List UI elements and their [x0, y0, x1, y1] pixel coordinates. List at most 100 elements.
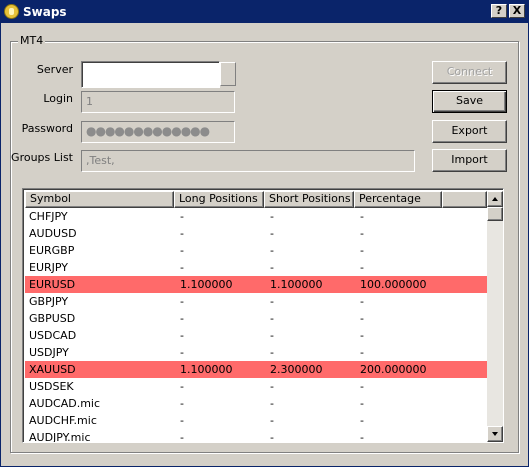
- short-positions-cell: -: [270, 210, 274, 223]
- percentage-cell: -: [360, 346, 364, 359]
- connect-button[interactable]: Connect: [432, 61, 507, 84]
- percentage-cell: -: [360, 295, 364, 308]
- percentage-cell: -: [360, 210, 364, 223]
- export-button[interactable]: Export: [432, 120, 507, 143]
- symbol-cell: USDSEK: [29, 380, 74, 393]
- long-positions-cell: -: [180, 295, 184, 308]
- short-positions-cell: -: [270, 227, 274, 240]
- symbol-cell: AUDJPY.mic: [29, 431, 91, 443]
- table-row[interactable]: GBPJPY - - -: [25, 293, 487, 310]
- table-row[interactable]: CHFJPY - - -: [25, 208, 487, 225]
- long-positions-cell: -: [180, 414, 184, 427]
- symbol-cell: AUDCAD.mic: [29, 397, 101, 410]
- short-positions-cell: -: [270, 261, 274, 274]
- import-button[interactable]: Import: [432, 149, 507, 172]
- long-positions-cell: -: [180, 227, 184, 240]
- symbol-cell: GBPJPY: [29, 295, 69, 308]
- table-row[interactable]: EURUSD 1.100000 1.100000 100.000000: [25, 276, 487, 293]
- percentage-cell: -: [360, 414, 364, 427]
- column-header-filler: [442, 191, 487, 208]
- mt4-group-label: MT4: [18, 34, 46, 48]
- help-button[interactable]: ?: [491, 4, 507, 18]
- column-header-symbol[interactable]: Symbol: [25, 191, 174, 208]
- long-positions-cell: -: [180, 312, 184, 325]
- login-input[interactable]: 1: [81, 91, 235, 113]
- short-positions-cell: -: [270, 295, 274, 308]
- short-positions-cell: -: [270, 329, 274, 342]
- table-header: Symbol Long Positions Short Positions Pe…: [25, 191, 487, 208]
- groups-list-input[interactable]: ,Test,: [81, 150, 415, 172]
- save-button[interactable]: Save: [432, 90, 507, 113]
- title-bar[interactable]: Swaps ? X: [1, 1, 528, 23]
- short-positions-cell: 1.100000: [270, 278, 323, 291]
- table-row[interactable]: AUDCAD.mic - - -: [25, 395, 487, 412]
- swaps-table[interactable]: Symbol Long Positions Short Positions Pe…: [22, 188, 504, 443]
- symbol-cell: EURJPY: [29, 261, 68, 274]
- table-row[interactable]: GBPUSD - - -: [25, 310, 487, 327]
- percentage-cell: -: [360, 261, 364, 274]
- table-row[interactable]: XAUUSD 1.100000 2.300000 200.000000: [25, 361, 487, 378]
- percentage-cell: -: [360, 244, 364, 257]
- symbol-cell: EURGBP: [29, 244, 75, 257]
- long-positions-cell: -: [180, 380, 184, 393]
- app-icon: [4, 4, 19, 19]
- scroll-thumb[interactable]: [487, 207, 503, 221]
- groups-list-label: Groups List: [11, 151, 73, 164]
- table-row[interactable]: USDCAD - - -: [25, 327, 487, 344]
- scroll-down-arrow-icon[interactable]: [487, 426, 503, 442]
- column-header-short-positions[interactable]: Short Positions: [264, 191, 354, 208]
- symbol-cell: AUDUSD: [29, 227, 77, 240]
- column-header-long-positions[interactable]: Long Positions: [174, 191, 264, 208]
- table-row[interactable]: AUDUSD - - -: [25, 225, 487, 242]
- table-row[interactable]: USDJPY - - -: [25, 344, 487, 361]
- short-positions-cell: -: [270, 346, 274, 359]
- long-positions-cell: -: [180, 210, 184, 223]
- login-label: Login: [43, 92, 73, 105]
- table-body: CHFJPY - - - AUDUSD - - - EURGBP - - - EURJPY - - - EURU…: [25, 208, 487, 443]
- table-row[interactable]: USDSEK - - -: [25, 378, 487, 395]
- symbol-cell: GBPUSD: [29, 312, 76, 325]
- percentage-cell: -: [360, 397, 364, 410]
- long-positions-cell: -: [180, 244, 184, 257]
- symbol-cell: XAUUSD: [29, 363, 76, 376]
- long-positions-cell: -: [180, 346, 184, 359]
- percentage-cell: -: [360, 380, 364, 393]
- percentage-cell: -: [360, 329, 364, 342]
- server-input[interactable]: [81, 61, 220, 88]
- long-positions-cell: -: [180, 431, 184, 443]
- symbol-cell: EURUSD: [29, 278, 76, 291]
- long-positions-cell: 1.100000: [180, 278, 233, 291]
- password-input[interactable]: ●●●●●●●●●●●●●: [81, 121, 235, 143]
- password-label: Password: [21, 122, 73, 135]
- swaps-window: Swaps ? X MT4 Server Login 1 Password ●●…: [0, 0, 529, 467]
- vertical-scrollbar[interactable]: [487, 191, 503, 442]
- long-positions-cell: -: [180, 329, 184, 342]
- short-positions-cell: -: [270, 414, 274, 427]
- short-positions-cell: -: [270, 380, 274, 393]
- table-row[interactable]: AUDJPY.mic - - -: [25, 429, 487, 443]
- server-label: Server: [36, 63, 73, 76]
- server-input-edge: [220, 62, 236, 86]
- symbol-cell: AUDCHF.mic: [29, 414, 97, 427]
- symbol-cell: USDJPY: [29, 346, 69, 359]
- table-row[interactable]: AUDCHF.mic - - -: [25, 412, 487, 429]
- window-title: Swaps: [23, 5, 67, 19]
- scroll-up-arrow-icon[interactable]: [487, 191, 503, 207]
- close-button[interactable]: X: [509, 4, 525, 18]
- percentage-cell: -: [360, 312, 364, 325]
- short-positions-cell: -: [270, 397, 274, 410]
- percentage-cell: 200.000000: [360, 363, 427, 376]
- short-positions-cell: -: [270, 431, 274, 443]
- percentage-cell: -: [360, 227, 364, 240]
- percentage-cell: 100.000000: [360, 278, 427, 291]
- symbol-cell: CHFJPY: [29, 210, 68, 223]
- symbol-cell: USDCAD: [29, 329, 77, 342]
- table-row[interactable]: EURGBP - - -: [25, 242, 487, 259]
- column-header-percentage[interactable]: Percentage: [354, 191, 442, 208]
- long-positions-cell: -: [180, 397, 184, 410]
- table-row[interactable]: EURJPY - - -: [25, 259, 487, 276]
- long-positions-cell: -: [180, 261, 184, 274]
- long-positions-cell: 1.100000: [180, 363, 233, 376]
- percentage-cell: -: [360, 431, 364, 443]
- short-positions-cell: -: [270, 312, 274, 325]
